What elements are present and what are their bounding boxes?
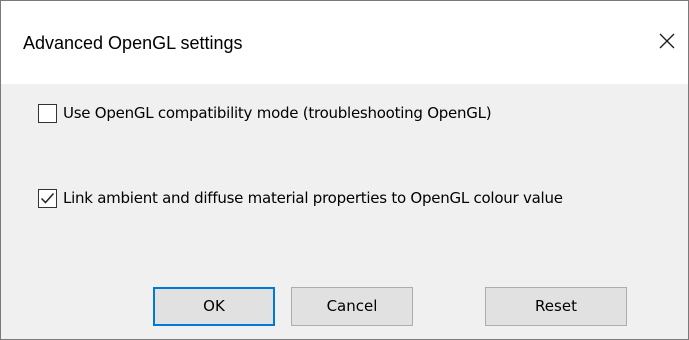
link-material-label[interactable]: Link ambient and diffuse material proper… xyxy=(63,189,563,208)
reset-button[interactable]: Reset xyxy=(485,287,627,326)
link-material-checkbox[interactable] xyxy=(38,189,57,208)
compatibility-mode-checkbox[interactable] xyxy=(38,104,57,123)
checkmark-icon xyxy=(40,193,55,204)
cancel-button[interactable]: Cancel xyxy=(291,287,413,326)
compatibility-mode-label[interactable]: Use OpenGL compatibility mode (troublesh… xyxy=(63,104,492,123)
advanced-opengl-settings-dialog: Advanced OpenGL settings Use OpenGL comp… xyxy=(0,0,689,340)
close-icon xyxy=(659,33,675,49)
dialog-title: Advanced OpenGL settings xyxy=(23,33,243,53)
title-bar: Advanced OpenGL settings xyxy=(1,1,688,84)
ok-button[interactable]: OK xyxy=(153,287,275,326)
close-button[interactable] xyxy=(651,25,683,57)
